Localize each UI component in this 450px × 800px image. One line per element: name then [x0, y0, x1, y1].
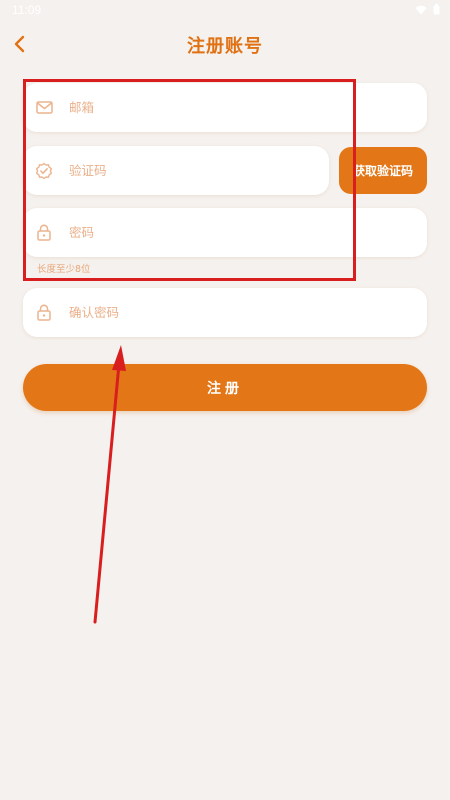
verified-badge-icon [35, 162, 53, 180]
password-input[interactable] [67, 224, 291, 241]
get-code-button[interactable]: 获取验证码 [339, 147, 427, 194]
password-field[interactable] [23, 208, 427, 257]
wifi-icon [415, 5, 427, 14]
register-button[interactable]: 注册 [23, 364, 427, 411]
code-field[interactable] [23, 146, 329, 195]
status-time: 11:09 [12, 3, 42, 17]
email-field[interactable] [23, 83, 427, 132]
page-title: 注册账号 [187, 36, 263, 57]
code-input[interactable] [67, 162, 291, 179]
confirm-password-field[interactable] [23, 288, 427, 337]
header: 注册账号 [0, 22, 450, 66]
email-input[interactable] [67, 99, 291, 116]
confirm-password-input[interactable] [67, 304, 291, 321]
password-hint: 长度至少8位 [37, 264, 91, 275]
status-icons [415, 4, 440, 15]
battery-icon [433, 4, 440, 15]
lock-icon [35, 304, 53, 322]
lock-icon [35, 224, 53, 242]
mail-icon [35, 99, 53, 117]
status-bar: 11:09 [0, 0, 450, 22]
